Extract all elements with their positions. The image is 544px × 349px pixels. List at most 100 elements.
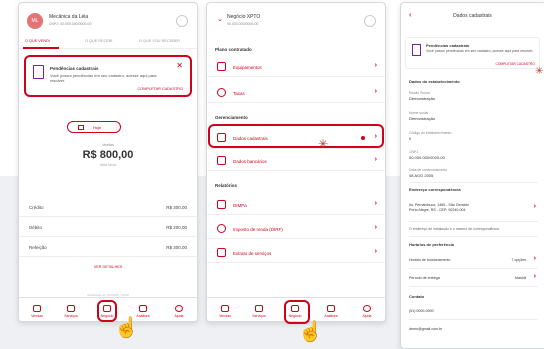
chevron-right-icon: › — [374, 248, 377, 255]
nav-services[interactable]: Serviços — [59, 305, 83, 318]
page-title: Dados cadastrais — [453, 13, 492, 19]
chevron-right-icon[interactable]: › — [534, 203, 536, 210]
chevron-down-icon[interactable]: ⌄ — [217, 15, 223, 23]
address-line-2: Porto Alegre, RS - CEP: 90240-004 — [409, 208, 466, 212]
field-value: 0 — [409, 136, 412, 141]
phone-screen-sales: ML Mecânica da Léia CNPJ: 00.000.000/000… — [18, 2, 198, 322]
line-label: Débito — [29, 225, 43, 230]
bank-icon — [217, 156, 226, 165]
divider — [409, 319, 538, 320]
divider — [409, 221, 538, 222]
line-label: Refeição — [29, 245, 47, 250]
field-value: 08 AGO 2005 — [409, 173, 434, 178]
nav-services[interactable]: Serviços — [247, 305, 271, 318]
pref-value: 7 opções — [511, 258, 526, 262]
chevron-right-icon: › — [374, 200, 377, 207]
phone-screen-business: ⌄ Negócio XPTO 00.000.000/0000-00 Plano … — [206, 2, 386, 322]
tab-to-receive[interactable]: O QUE VOU RECEBER — [139, 39, 180, 43]
section-contact: Contato — [409, 294, 425, 299]
menu-label: Equipamentos — [233, 65, 262, 70]
alert-body: Você possui pendências em seu cadastro, … — [426, 49, 534, 53]
menu-label: Extrato de serviços — [233, 251, 272, 256]
section-management: Gerenciamento — [215, 115, 248, 120]
address-item[interactable]: Av. Pernambuco, 1465 - São Geraldo Porto… — [409, 203, 530, 212]
divider — [409, 182, 538, 183]
tab-bar: O QUE VENDI O QUE RECEBI O QUE VOU RECEB… — [19, 35, 197, 49]
date-filter-button[interactable]: Hoje — [67, 121, 121, 133]
menu-dimpa[interactable]: DIMPa › — [207, 195, 385, 215]
field-value: Demonstração — [409, 96, 436, 101]
sales-total: R$ 800,00 — [82, 149, 134, 161]
help-icon — [363, 305, 371, 312]
field-label: CNPJ — [409, 150, 419, 154]
store-icon — [255, 305, 263, 312]
line-value: R$ 300,00 — [166, 245, 187, 250]
chart-icon — [139, 305, 147, 312]
chevron-right-icon: › — [374, 62, 377, 69]
business-document: 00.000.000/0000-00 — [227, 22, 259, 26]
address-line-1: Av. Pernambuco, 1465 - São Geraldo — [409, 203, 469, 207]
line-label: Crédito — [29, 205, 44, 210]
chevron-right-icon[interactable]: › — [534, 255, 536, 262]
nav-sales[interactable]: Vendas — [213, 305, 237, 318]
contact-email: demo@gmail.com.br — [409, 327, 443, 331]
help-icon — [175, 305, 183, 312]
menu-dirf[interactable]: Imposto de renda (DIRF) › — [207, 219, 385, 239]
highlight-alert-card — [24, 55, 192, 97]
menu-statement[interactable]: Extrato de serviços › — [207, 243, 385, 263]
sales-label: Vendas — [102, 143, 114, 147]
chevron-right-icon: › — [374, 88, 377, 95]
tap-indicator-icon: ✳ — [318, 137, 329, 151]
sales-icon — [33, 305, 41, 312]
menu-label: Taxas — [233, 91, 245, 96]
report-icon — [217, 200, 226, 209]
chevron-right-icon: › — [374, 224, 377, 231]
hand-cursor-icon: ☝ — [298, 321, 323, 343]
profile-icon[interactable] — [364, 15, 376, 27]
chevron-right-icon[interactable]: › — [534, 273, 536, 280]
pending-alert-card[interactable]: Pendências cadastrais Você possui pendên… — [405, 37, 540, 69]
nav-sales[interactable]: Vendas — [25, 305, 49, 318]
user-document: CNPJ: 00.000.000/0000-00 — [49, 22, 92, 26]
section-address: Endereço correspondência — [409, 187, 461, 192]
section-establishment: Dados do estabelecimento — [409, 79, 460, 84]
menu-bank-data[interactable]: Dados bancários › — [207, 151, 385, 171]
menu-fees[interactable]: Taxas › — [207, 83, 385, 103]
document-icon — [412, 44, 421, 56]
complete-profile-link[interactable]: COMPLETAR CADASTRO — [495, 62, 535, 66]
divider — [409, 286, 538, 287]
avatar[interactable]: ML — [27, 13, 43, 29]
nav-help[interactable]: Ajuda — [355, 305, 379, 318]
statement-icon — [217, 248, 226, 257]
profile-icon[interactable] — [176, 15, 188, 27]
menu-label: Imposto de renda (DIRF) — [233, 227, 283, 232]
business-title: Negócio XPTO — [227, 14, 261, 20]
sales-icon — [221, 305, 229, 312]
phone-screen-registration: ‹ Dados cadastrais Pendências cadastrais… — [400, 2, 544, 349]
details-link[interactable]: VER DETALHES — [19, 265, 197, 269]
pref-label: Horário de funcionamento — [409, 258, 451, 262]
pref-label: Período de entrega — [409, 276, 440, 280]
line-debit: Débito R$ 200,00 — [19, 217, 197, 237]
active-tab-indicator — [23, 47, 59, 49]
tab-sold[interactable]: O QUE VENDI — [25, 39, 50, 43]
tab-received[interactable]: O QUE RECEBI — [85, 39, 112, 43]
calendar-icon — [78, 125, 84, 130]
store-icon — [67, 305, 75, 312]
field-label: Data de credenciamento — [409, 168, 448, 172]
field-label: Nome social — [409, 111, 429, 115]
contact-phone: (51) 0000-0000 — [409, 309, 434, 313]
menu-equipment[interactable]: Equipamentos › — [207, 57, 385, 77]
field-value: 00.000.000/0000-00 — [409, 155, 445, 160]
tax-icon — [217, 224, 226, 233]
field-label: Código do estabelecimento — [409, 131, 452, 135]
hand-cursor-icon: ☝ — [114, 317, 139, 339]
nav-help[interactable]: Ajuda — [167, 305, 191, 318]
fees-icon — [217, 88, 226, 97]
menu-label: Dados bancários — [233, 159, 267, 164]
line-value: R$ 300,00 — [166, 205, 187, 210]
line-meal: Refeição R$ 300,00 — [19, 237, 197, 257]
nav-analytics[interactable]: Análises — [319, 305, 343, 318]
user-name: Mecânica da Léia — [49, 14, 89, 20]
highlight-registration-data — [208, 124, 384, 148]
